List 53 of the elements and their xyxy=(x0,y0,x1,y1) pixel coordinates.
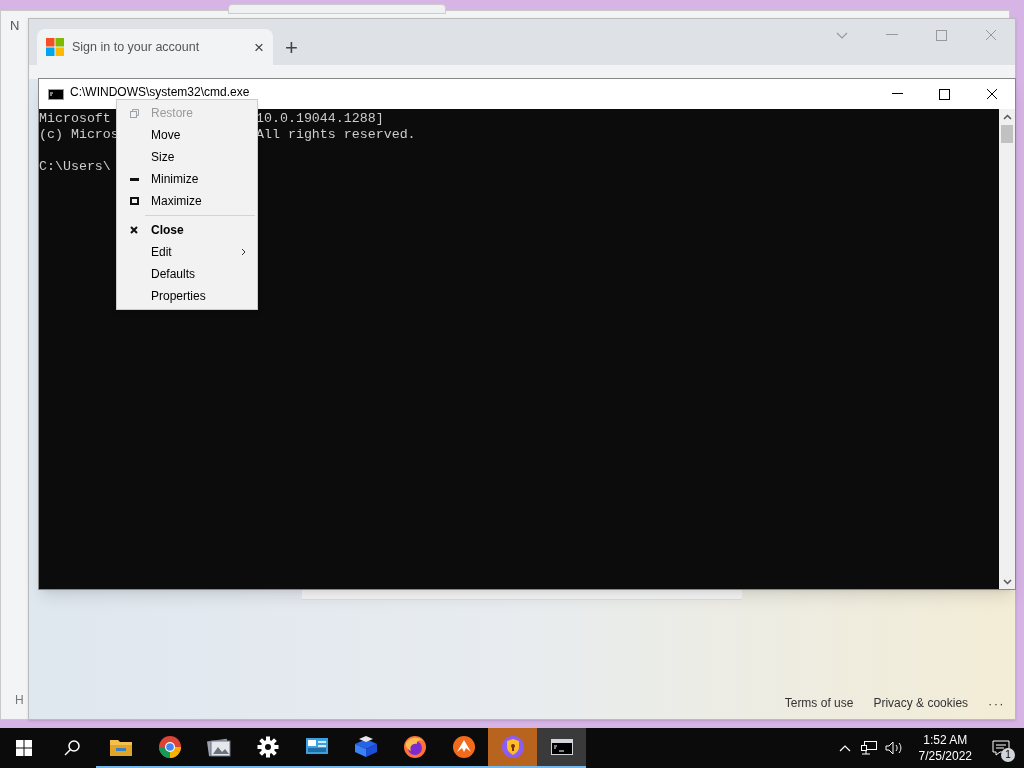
folder-icon xyxy=(108,737,133,757)
more-button[interactable]: ··· xyxy=(988,693,1005,713)
minimize-icon[interactable] xyxy=(892,93,903,95)
box-icon xyxy=(352,736,379,758)
console-text: 10.0.19044.1288] xyxy=(256,111,384,127)
windows-logo-icon[interactable] xyxy=(16,740,32,756)
firefox-icon xyxy=(402,735,427,759)
menu-item[interactable]: Move xyxy=(117,124,257,146)
tab-close-button[interactable]: × xyxy=(254,38,264,56)
photos-icon xyxy=(205,736,232,758)
clock-time[interactable]: 1:52 AM xyxy=(923,732,968,748)
console-text: Microsoft xyxy=(39,111,111,126)
monitor-icon xyxy=(304,737,329,757)
scrollbar-thumb[interactable] xyxy=(1001,125,1013,143)
maximize-icon xyxy=(129,197,139,205)
taskbar-app[interactable] xyxy=(537,728,586,768)
footer-link[interactable]: Privacy & cookies xyxy=(873,694,969,713)
window-title: N xyxy=(10,17,20,35)
notification-count: 1 xyxy=(1001,748,1015,762)
menu-item[interactable]: Properties xyxy=(117,285,257,307)
chrome-icon xyxy=(157,735,182,759)
console-icon xyxy=(48,88,64,100)
scroll-down-icon[interactable] xyxy=(1002,579,1012,585)
console-icon xyxy=(550,739,573,755)
close-icon[interactable] xyxy=(986,88,998,100)
minimize-icon xyxy=(129,177,139,181)
tab-title: Sign in to your account xyxy=(72,38,201,56)
flame-icon xyxy=(451,735,476,759)
clock-date[interactable]: 7/25/2022 xyxy=(918,748,972,764)
shield-icon xyxy=(500,735,525,759)
chevron-up-icon[interactable] xyxy=(838,744,851,752)
maximize-icon[interactable] xyxy=(939,88,950,100)
menu-item[interactable]: Edit xyxy=(117,241,257,263)
notification-icon[interactable] xyxy=(992,740,1010,756)
close-icon xyxy=(130,226,138,234)
menu-item[interactable]: Defaults xyxy=(117,263,257,285)
speaker-icon[interactable] xyxy=(884,741,903,755)
search-icon[interactable] xyxy=(64,740,80,756)
menu-item[interactable]: Close xyxy=(117,219,257,241)
new-tab-button[interactable]: + xyxy=(285,37,298,59)
settings-icon xyxy=(256,736,279,758)
menu-item[interactable]: Minimize xyxy=(117,168,257,190)
network-icon[interactable] xyxy=(860,741,877,755)
four-squares-icon xyxy=(46,38,64,56)
window-title: C:\WINDOWS\system32\cmd.exe xyxy=(70,86,250,98)
scroll-up-icon[interactable] xyxy=(1002,114,1012,120)
restore-icon xyxy=(129,108,139,118)
console-text: C:\Users\ xyxy=(39,159,111,174)
browser-tab[interactable]: Sign in to your account × xyxy=(37,29,273,65)
footer-text: H xyxy=(15,692,24,709)
footer-link[interactable]: Terms of use xyxy=(784,694,854,713)
menu-item[interactable]: Maximize xyxy=(117,190,257,212)
menu-item[interactable]: Size xyxy=(117,146,257,168)
